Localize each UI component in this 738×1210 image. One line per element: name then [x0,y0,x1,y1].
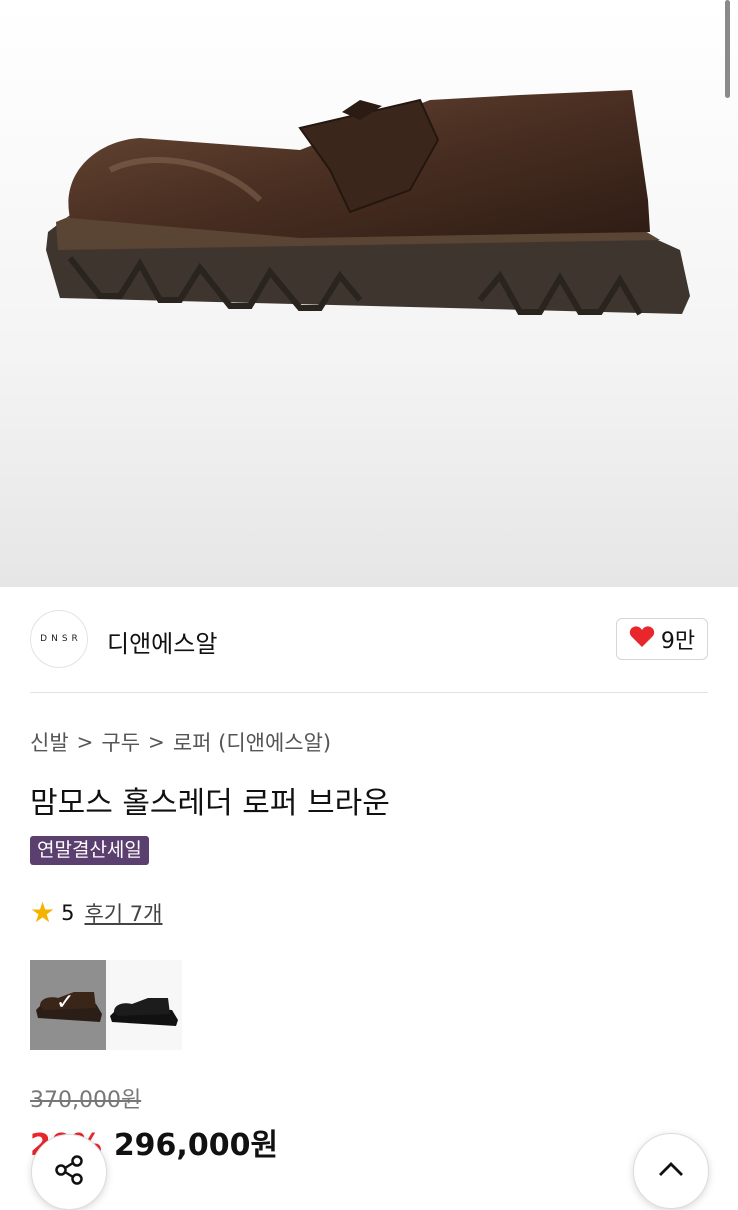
like-count: 9만 [660,629,696,654]
star-icon: ★ [30,896,56,929]
brand-row: DNSR 디앤에스알 9만 [30,610,708,670]
breadcrumb: 신발 > 구두 > 로퍼 (디앤에스알) [30,727,331,757]
variant-thumbnails: ✓ [30,960,182,1050]
share-icon [52,1153,86,1191]
divider [30,692,708,693]
breadcrumb-item-shoes[interactable]: 신발 [30,727,69,757]
scrollbar[interactable] [725,0,730,98]
rating-score: 5 [61,900,75,925]
review-link[interactable]: 후기 7개 [84,898,162,928]
brand-name[interactable]: 디앤에스알 [107,624,217,659]
loafer-photo [46,90,690,316]
sale-badge: 연말결산세일 [30,836,149,865]
breadcrumb-item-loafer[interactable]: 로퍼 (디앤에스알) [173,727,331,757]
like-button[interactable]: 9만 [616,618,708,660]
product-image[interactable] [0,0,738,587]
variant-thumb-brown[interactable]: ✓ [30,960,106,1050]
black-loafer-thumb [110,998,178,1026]
scroll-top-button[interactable] [633,1133,709,1209]
rating: ★ 5 후기 7개 [30,896,162,929]
brand-logo[interactable]: DNSR [30,610,88,668]
breadcrumb-item-dress-shoes[interactable]: 구두 [101,727,140,757]
variant-thumb-black[interactable] [106,960,182,1050]
chevron-right-icon: > [148,730,165,754]
chevron-up-icon [657,1160,685,1182]
chevron-right-icon: > [76,730,94,754]
sale-price: 296,000원 [113,1128,279,1163]
product-title: 맘모스 홀스레더 로퍼 브라운 [30,786,390,821]
heart-icon [629,625,655,654]
share-button[interactable] [31,1134,107,1210]
original-price: 370,000원 [30,1088,142,1113]
check-icon: ✓ [56,990,75,1015]
